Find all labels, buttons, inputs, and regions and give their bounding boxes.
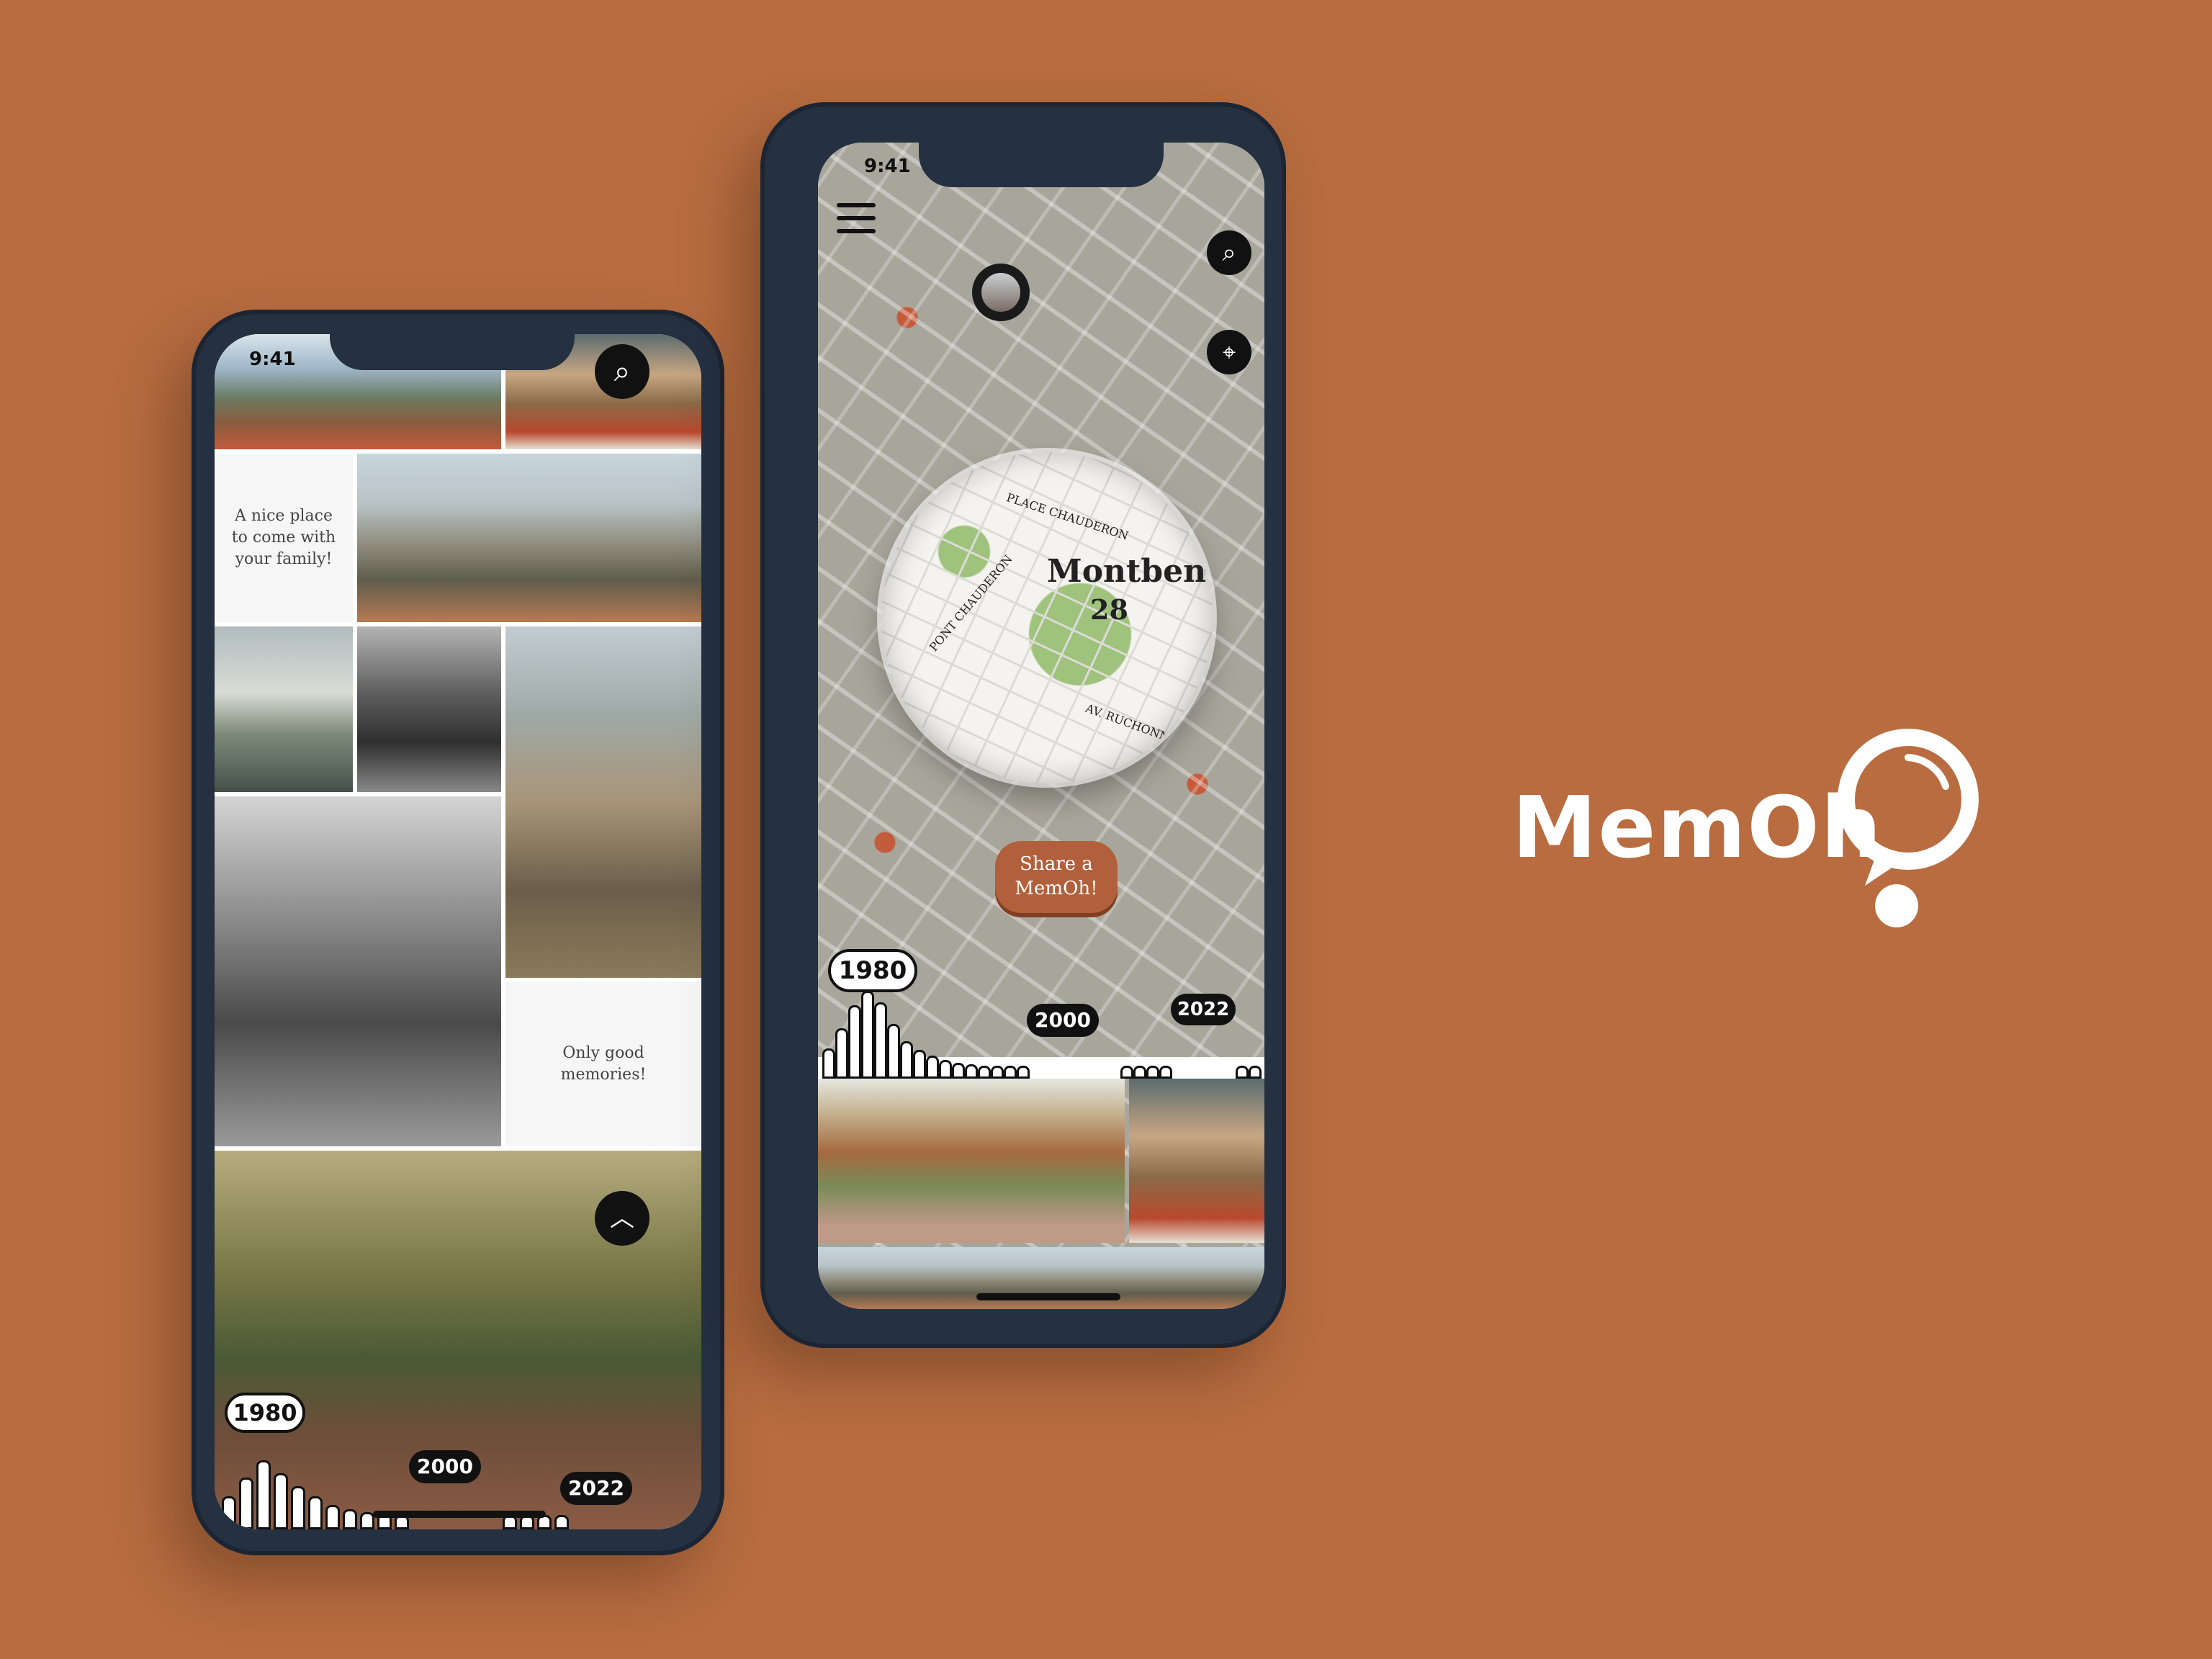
timeline-bar xyxy=(848,1005,861,1079)
lens-place-name: Montbenon xyxy=(1047,553,1213,590)
timeline-bar xyxy=(1017,1066,1030,1079)
timeline-bar xyxy=(291,1486,305,1529)
photo-tile[interactable] xyxy=(505,626,701,978)
note-text: A nice place to come with your family! xyxy=(231,507,336,568)
lens-street-label: PLACE CHAUDERON xyxy=(1004,490,1130,543)
photo-tile[interactable] xyxy=(818,1079,1125,1243)
map-lens[interactable]: Montbenon 28 PLACE CHAUDERON PONT CHAUDE… xyxy=(881,452,1213,783)
timeline-bar xyxy=(222,1496,236,1529)
timeline-end-label[interactable]: 2022 xyxy=(560,1472,632,1505)
photo-tile[interactable] xyxy=(357,626,501,792)
right-phone-screen: 9:41 ⌕ ⌖ Montbenon 28 PLACE CHAUDERON PO… xyxy=(818,143,1264,1309)
lens-place-number: 28 xyxy=(1090,593,1128,626)
photo-tile[interactable] xyxy=(357,454,701,622)
timeline-bar xyxy=(554,1515,569,1529)
timeline[interactable]: 1980 2000 2022 xyxy=(818,935,1264,1079)
timeline-bar xyxy=(926,1056,939,1079)
photo-tile[interactable] xyxy=(215,796,501,1146)
timeline-bar xyxy=(952,1063,965,1079)
timeline-bar xyxy=(874,1002,887,1079)
right-notch xyxy=(919,143,1164,187)
timeline-bar xyxy=(1249,1066,1262,1079)
timeline-bar xyxy=(1004,1066,1017,1079)
chevron-up-icon: ︿ xyxy=(610,1204,634,1233)
timeline-bar xyxy=(343,1509,357,1529)
timeline-bar xyxy=(308,1496,323,1529)
timeline-bar xyxy=(939,1060,952,1079)
timeline-bar xyxy=(239,1478,253,1529)
left-phone-screen: 9:41 A nice place to come with your fami… xyxy=(215,334,701,1529)
timeline-bar xyxy=(325,1505,340,1529)
scroll-up-button[interactable]: ︿ xyxy=(595,1191,649,1246)
timeline-bar xyxy=(835,1028,848,1079)
timeline-bar xyxy=(1133,1066,1146,1079)
timeline[interactable]: 1980 2000 2022 xyxy=(215,1378,701,1529)
search-button[interactable]: ⌕ xyxy=(1207,230,1251,275)
photo-tile[interactable] xyxy=(215,626,353,792)
timeline-start-label[interactable]: 1980 xyxy=(225,1393,305,1433)
crosshair-icon: ⌖ xyxy=(1222,338,1236,366)
memory-note: Only good memories! xyxy=(505,982,701,1146)
search-button[interactable]: ⌕ xyxy=(595,344,649,399)
timeline-mid-label[interactable]: 2000 xyxy=(409,1450,481,1483)
timeline-bar xyxy=(900,1041,913,1079)
timeline-bar xyxy=(1236,1066,1249,1079)
timeline-bar xyxy=(1146,1066,1159,1079)
locate-button[interactable]: ⌖ xyxy=(1207,330,1251,374)
note-text: Only good memories! xyxy=(560,1044,647,1084)
timeline-bar xyxy=(965,1064,978,1079)
home-indicator xyxy=(976,1293,1120,1300)
timeline-bar xyxy=(913,1050,926,1079)
timeline-bar xyxy=(1159,1066,1172,1079)
left-phone: 9:41 A nice place to come with your fami… xyxy=(192,310,724,1555)
lens-street-label: PONT CHAUDERON xyxy=(926,552,1015,655)
brand-logo: MemOh xyxy=(1505,720,2009,950)
right-phone: 9:41 ⌕ ⌖ Montbenon 28 PLACE CHAUDERON PO… xyxy=(760,102,1286,1348)
memory-pin-photo xyxy=(981,273,1020,312)
memory-pin[interactable] xyxy=(972,264,1030,321)
timeline-start-label[interactable]: 1980 xyxy=(828,949,917,992)
timeline-bar xyxy=(861,991,874,1079)
timeline-bar xyxy=(822,1048,835,1079)
timeline-bar xyxy=(1120,1066,1133,1079)
search-icon: ⌕ xyxy=(1222,238,1236,267)
memoh-pin-icon xyxy=(1838,729,1979,927)
timeline-mid-label[interactable]: 2000 xyxy=(1027,1004,1099,1037)
timeline-bar xyxy=(991,1066,1004,1079)
lens-street-label: AV. RUCHONNET xyxy=(1084,701,1187,750)
hamburger-icon xyxy=(837,200,876,236)
timeline-end-label[interactable]: 2022 xyxy=(1171,994,1236,1025)
menu-button[interactable] xyxy=(837,200,876,236)
status-time: 9:41 xyxy=(249,349,296,370)
timeline-bar xyxy=(978,1066,991,1079)
search-icon: ⌕ xyxy=(613,355,631,388)
photo-tile[interactable] xyxy=(1129,1079,1264,1243)
home-indicator xyxy=(373,1511,546,1518)
timeline-bar xyxy=(360,1512,374,1529)
timeline-bar xyxy=(887,1024,900,1079)
share-memoh-button[interactable]: Share a MemOh! xyxy=(995,841,1118,913)
left-notch xyxy=(330,334,575,370)
timeline-bar xyxy=(256,1460,271,1529)
status-time: 9:41 xyxy=(864,156,911,177)
memory-note: A nice place to come with your family! xyxy=(215,454,353,622)
share-button-label: Share a MemOh! xyxy=(1015,853,1098,899)
timeline-bar xyxy=(274,1473,288,1529)
